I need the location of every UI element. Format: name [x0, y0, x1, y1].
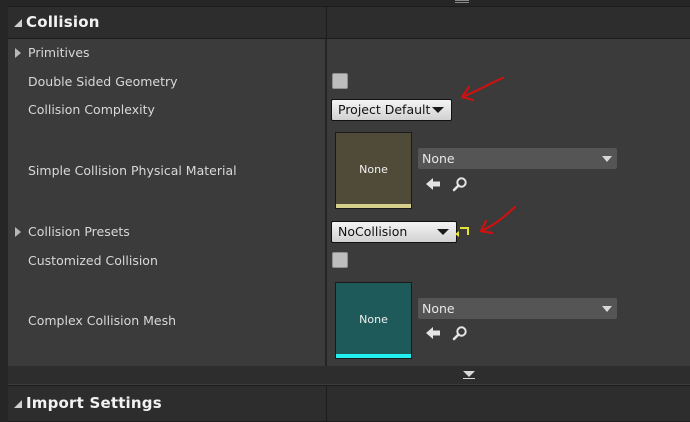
collapse-triangle-icon[interactable] — [14, 400, 22, 408]
collision-mesh-asset-dropdown[interactable]: None — [418, 298, 617, 319]
double-sided-geometry-checkbox[interactable] — [332, 73, 348, 89]
collision-presets-label[interactable]: Collision Presets — [28, 224, 130, 239]
collision-presets-expand-icon[interactable] — [15, 227, 21, 237]
collision-complexity-dropdown[interactable]: Project Default — [331, 99, 452, 121]
customized-collision-checkbox[interactable] — [332, 252, 348, 268]
header-column-divider — [326, 7, 327, 38]
header-column-divider — [326, 386, 327, 421]
primitives-expand-icon[interactable] — [15, 48, 21, 58]
customized-collision-label: Customized Collision — [28, 253, 158, 268]
show-advanced-bar[interactable] — [8, 366, 690, 384]
collision-mesh-asset-value: None — [422, 301, 455, 316]
reset-to-default-icon[interactable] — [455, 227, 469, 237]
chevron-down-icon — [602, 156, 612, 162]
import-settings-category-header[interactable]: Import Settings — [8, 385, 690, 422]
physical-material-thumbnail[interactable]: None — [335, 132, 412, 209]
resize-grip-icon[interactable] — [455, 0, 469, 5]
window-left-edge — [0, 0, 8, 422]
use-selected-arrow-icon[interactable] — [425, 325, 441, 341]
advanced-line-icon — [463, 378, 475, 379]
chevron-down-icon — [432, 107, 444, 113]
collision-category-title: Collision — [26, 13, 100, 31]
collision-complexity-label: Collision Complexity — [28, 102, 155, 117]
collision-category-header[interactable]: Collision — [8, 6, 690, 39]
column-splitter[interactable] — [325, 39, 327, 366]
use-selected-arrow-icon[interactable] — [425, 176, 441, 192]
collision-presets-dropdown[interactable]: NoCollision — [331, 221, 457, 243]
chevron-down-icon — [463, 371, 475, 377]
red-annotation-arrow-icon — [460, 76, 505, 102]
physical-material-type-bar — [336, 204, 411, 208]
primitives-label[interactable]: Primitives — [28, 45, 90, 60]
collision-mesh-type-bar — [336, 354, 411, 358]
browse-search-icon[interactable] — [452, 176, 468, 192]
collision-mesh-thumbnail-text: None — [359, 313, 388, 326]
complex-collision-mesh-label: Complex Collision Mesh — [28, 313, 177, 328]
import-settings-category-title: Import Settings — [26, 394, 162, 412]
chevron-down-icon — [437, 229, 449, 235]
physical-material-asset-dropdown[interactable]: None — [418, 148, 617, 169]
double-sided-geometry-label: Double Sided Geometry — [28, 74, 178, 89]
simple-collision-physical-material-label: Simple Collision Physical Material — [28, 163, 237, 178]
collision-mesh-thumbnail[interactable]: None — [335, 282, 412, 359]
physical-material-thumbnail-text: None — [359, 163, 388, 176]
red-annotation-arrow-icon — [479, 205, 517, 235]
chevron-down-icon — [602, 306, 612, 312]
collision-complexity-value: Project Default — [338, 102, 431, 117]
browse-search-icon[interactable] — [452, 325, 468, 341]
physical-material-asset-value: None — [422, 151, 455, 166]
collision-presets-value: NoCollision — [338, 224, 408, 239]
collapse-triangle-icon[interactable] — [14, 19, 22, 27]
